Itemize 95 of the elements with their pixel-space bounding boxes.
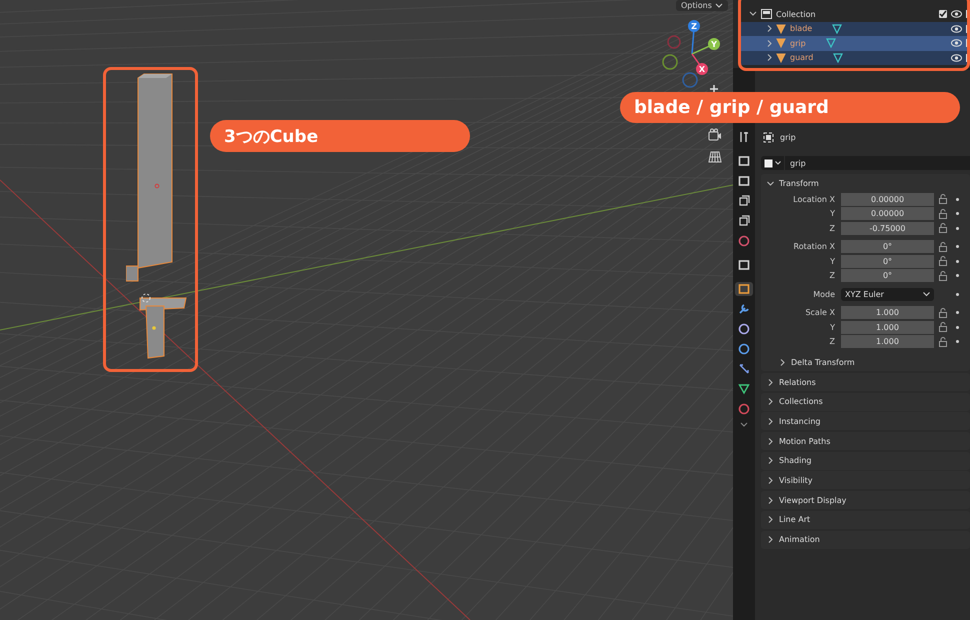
number-field[interactable]: 1.000 xyxy=(841,335,934,348)
lock-icon[interactable] xyxy=(939,308,947,318)
chevron-icon[interactable] xyxy=(767,180,774,186)
panel-header[interactable]: Relations xyxy=(761,373,970,391)
number-field[interactable]: 0° xyxy=(841,240,934,254)
axis-ball[interactable]: Z xyxy=(688,20,700,32)
lock-icon[interactable] xyxy=(939,336,947,347)
panel-header[interactable]: Collections xyxy=(761,392,970,411)
checkbox[interactable] xyxy=(939,10,947,18)
keyframe-dot-icon[interactable] xyxy=(956,226,959,230)
field-label: Scale X xyxy=(804,308,836,318)
field-label: Z xyxy=(828,337,836,346)
keyframe-dot-icon[interactable] xyxy=(956,260,959,263)
lock-icon[interactable] xyxy=(939,322,947,332)
chevron-icon xyxy=(767,496,774,504)
axis-ball[interactable]: X xyxy=(696,63,708,75)
object-label: blade xyxy=(790,24,812,34)
lock-icon[interactable] xyxy=(939,256,947,266)
number-field[interactable]: 0° xyxy=(841,254,934,268)
object-name-label: grip xyxy=(780,132,796,142)
chevron-icon xyxy=(767,438,774,445)
eye-icon[interactable] xyxy=(951,54,962,62)
number-field[interactable]: 0.00000 xyxy=(841,192,934,206)
field-label: Y xyxy=(829,209,836,218)
caret-icon xyxy=(714,2,723,8)
mesh-data-icon[interactable] xyxy=(826,38,836,48)
object-icon xyxy=(776,38,786,48)
panel-header[interactable]: Shading xyxy=(761,452,970,470)
number-field[interactable]: 0.00000 xyxy=(841,207,934,220)
panel-header[interactable]: Line Art xyxy=(761,510,970,529)
eye-icon[interactable] xyxy=(951,10,962,18)
panel-header[interactable]: Transform xyxy=(761,174,970,192)
field-label: Z xyxy=(828,271,836,280)
panel-header[interactable]: Animation xyxy=(761,530,970,548)
number-field[interactable]: 1.000 xyxy=(841,320,934,334)
subpanel-header[interactable]: Delta Transform xyxy=(761,353,970,371)
object-label: guard xyxy=(790,53,814,62)
options-dropdown[interactable]: Options xyxy=(676,0,728,11)
lock-icon[interactable] xyxy=(939,223,947,234)
number-field[interactable]: -0.75000 xyxy=(841,222,934,235)
caret-icon xyxy=(775,161,781,165)
object-label: grip xyxy=(790,38,806,48)
chevron-icon[interactable] xyxy=(749,11,757,18)
chevron-icon xyxy=(767,476,774,484)
keyframe-dot-icon[interactable] xyxy=(956,212,959,216)
keyframe-dot-icon[interactable] xyxy=(956,245,959,248)
keyframe-dot-icon[interactable] xyxy=(956,326,959,329)
lock-icon[interactable] xyxy=(939,242,947,252)
chevron-icon[interactable] xyxy=(779,358,786,366)
field-label: Rotation X xyxy=(792,242,836,252)
field-label: Y xyxy=(829,322,836,332)
object-icon xyxy=(763,132,774,142)
keyframe-dot-icon[interactable] xyxy=(956,340,959,344)
number-field[interactable]: 1.000 xyxy=(841,306,934,320)
keyframe-dot-icon[interactable] xyxy=(956,311,959,314)
eye-icon[interactable] xyxy=(951,24,962,33)
panel-header[interactable]: Motion Paths xyxy=(761,432,970,450)
chevron-icon xyxy=(767,457,774,464)
annotation-label: blade / grip / guard xyxy=(620,92,960,123)
chevron-icon xyxy=(767,418,774,425)
object-tab-icon[interactable] xyxy=(735,282,753,296)
grid-icon[interactable] xyxy=(708,150,722,164)
object-icon xyxy=(776,52,786,63)
field-label: Z xyxy=(828,224,836,233)
camera-icon[interactable] xyxy=(708,128,722,142)
lock-icon[interactable] xyxy=(939,194,947,204)
panel-header[interactable]: Viewport Display xyxy=(761,491,970,510)
eye-icon[interactable] xyxy=(951,39,962,48)
mode-dropdown[interactable]: XYZ Euler xyxy=(841,288,934,301)
number-field[interactable]: 0° xyxy=(841,269,934,282)
chevron-icon xyxy=(767,516,774,524)
caret-icon xyxy=(923,292,930,297)
lock-icon[interactable] xyxy=(939,270,947,281)
chevron-icon xyxy=(767,536,774,543)
field-label: Mode xyxy=(812,290,836,299)
name-input-field[interactable]: grip xyxy=(785,156,970,170)
square-icon xyxy=(764,158,773,168)
keyframe-dot-icon[interactable] xyxy=(956,198,959,201)
field-label: Location X xyxy=(792,194,836,204)
chevron-down-icon[interactable] xyxy=(740,422,748,428)
collection-label: Collection xyxy=(776,10,816,19)
keyframe-dot-icon[interactable] xyxy=(956,274,959,278)
chevron-icon xyxy=(767,378,774,386)
chevron-icon xyxy=(767,398,774,406)
object-type-dropdown[interactable] xyxy=(761,156,784,170)
annotation-label: 3つのCube xyxy=(210,120,470,152)
mesh-data-icon[interactable] xyxy=(832,24,842,34)
field-label: Y xyxy=(829,256,836,266)
lock-icon[interactable] xyxy=(939,208,947,219)
panel-header[interactable]: Visibility xyxy=(761,471,970,490)
mesh-data-icon[interactable] xyxy=(833,52,844,63)
collection-icon xyxy=(761,9,772,20)
panel-header[interactable]: Instancing xyxy=(761,412,970,430)
object-icon xyxy=(776,24,786,34)
keyframe-dot-icon[interactable] xyxy=(956,292,959,296)
